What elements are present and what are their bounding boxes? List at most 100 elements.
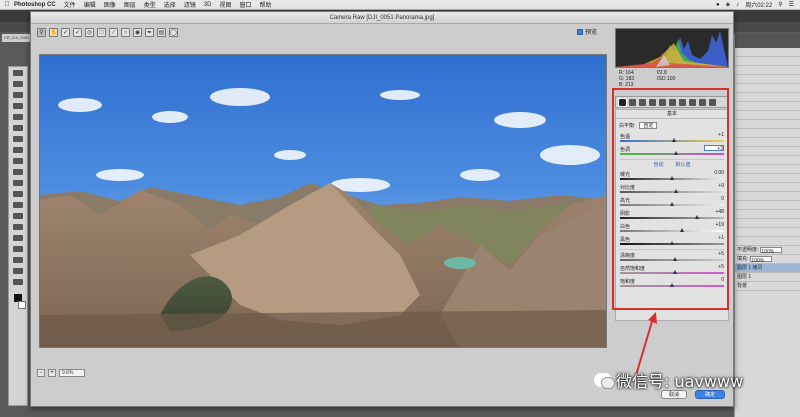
watermark-text: 微信号: uavwww (616, 372, 744, 391)
layer-row[interactable] (735, 66, 800, 75)
apple-icon[interactable]:  (0, 1, 14, 8)
straighten-tool-icon[interactable]: ∕ (109, 27, 118, 37)
opacity-row: 不透明度: 100% (735, 246, 800, 255)
app-menu[interactable]: Photoshop CC (14, 2, 56, 8)
layer-row[interactable] (735, 201, 800, 210)
spot-removal-icon[interactable]: ○ (121, 27, 130, 37)
status-area: ● ◈ ♪ 周六02:22 ⚲ ☰ (716, 0, 800, 10)
layer-background-copy[interactable]: 图层 1 拷贝 (735, 264, 800, 273)
eyedropper-tool-icon[interactable] (13, 125, 23, 131)
white-balance-tool-icon[interactable]: ✓ (61, 27, 70, 37)
crop-tool-icon[interactable]: □ (97, 27, 106, 37)
menu-filter[interactable]: 滤镜 (184, 0, 196, 9)
layer-row[interactable] (735, 165, 800, 174)
background-color-swatch[interactable] (18, 301, 26, 309)
layer-row[interactable] (735, 219, 800, 228)
marquee-tool-icon[interactable] (13, 81, 23, 87)
checkbox-checked-icon[interactable] (577, 28, 583, 35)
pen-tool-icon[interactable] (13, 224, 23, 230)
graduated-filter-icon[interactable]: ▤ (157, 27, 166, 37)
layer-row[interactable] (735, 57, 800, 66)
layer-row[interactable] (735, 228, 800, 237)
menu-view[interactable]: 视图 (219, 0, 231, 9)
layer-row[interactable] (735, 237, 800, 246)
shape-tool-icon[interactable] (13, 257, 23, 263)
crop-tool-icon[interactable] (13, 114, 23, 120)
menu-type[interactable]: 类型 (144, 0, 156, 9)
zoom-tool-icon[interactable] (13, 279, 23, 285)
document-tab[interactable]: CR_DJI_0051 (2, 34, 30, 42)
menu-image[interactable]: 图像 (104, 0, 116, 9)
gradient-tool-icon[interactable] (13, 191, 23, 197)
dodge-tool-icon[interactable] (13, 213, 23, 219)
layer-row[interactable] (735, 120, 800, 129)
layer-row[interactable] (735, 111, 800, 120)
preview-label: 预览 (585, 30, 598, 36)
menu-3d[interactable]: 3D (204, 2, 212, 8)
zoom-in-button[interactable]: + (48, 369, 56, 377)
red-eye-icon[interactable]: ◉ (133, 27, 142, 37)
layer-row[interactable] (735, 156, 800, 165)
layer-row[interactable] (735, 174, 800, 183)
adjustment-brush-icon[interactable]: ✒ (145, 27, 154, 37)
history-brush-icon[interactable] (13, 169, 23, 175)
menu-layer[interactable]: 图层 (124, 0, 136, 9)
layer-row[interactable] (735, 84, 800, 93)
preview-image[interactable] (39, 54, 607, 348)
iso-readout: ISO 100 (657, 76, 676, 82)
layer-row[interactable] (735, 210, 800, 219)
move-tool-icon[interactable] (13, 70, 23, 76)
opacity-input[interactable]: 100% (760, 246, 783, 255)
text-tool-icon[interactable] (13, 235, 23, 241)
layer-background[interactable]: 背景 (735, 282, 800, 291)
layer-row[interactable] (735, 48, 800, 57)
radial-filter-icon[interactable]: ◯ (169, 27, 178, 37)
search-icon[interactable]: ⚲ (778, 1, 782, 8)
layer-row[interactable] (735, 183, 800, 192)
healing-tool-icon[interactable] (13, 136, 23, 142)
dialog-title: Camera Raw [DJI_0051 Panorama.jpg] (31, 12, 733, 24)
layer-1[interactable]: 图层 1 (735, 273, 800, 282)
zoom-controls: − + 9.6% (37, 367, 607, 379)
watermark: 微信号: uavwww (594, 368, 743, 392)
layer-row[interactable] (735, 75, 800, 84)
menu-help[interactable]: 帮助 (259, 0, 271, 9)
hand-tool-icon[interactable] (13, 268, 23, 274)
ps-toolbox (8, 66, 28, 406)
color-sampler-icon[interactable]: ✓ (73, 27, 82, 37)
zoom-level-select[interactable]: 9.6% (59, 369, 85, 377)
stamp-tool-icon[interactable] (13, 158, 23, 164)
zoom-out-button[interactable]: − (37, 369, 45, 377)
layer-row[interactable] (735, 147, 800, 156)
layer-row[interactable] (735, 138, 800, 147)
wechat-logo-icon (594, 373, 615, 389)
menu-select[interactable]: 选择 (164, 0, 176, 9)
preview-checkbox[interactable]: 预览 (577, 27, 597, 36)
wechat-icon[interactable]: ● (716, 2, 720, 8)
camera-raw-toolbar: ⚲ ✋ ✓ ✓ ◎ □ ∕ ○ ◉ ✒ ▤ ◯ (31, 25, 611, 39)
annotation-highlight (612, 88, 729, 310)
menu-file[interactable]: 文件 (64, 0, 76, 9)
layer-row[interactable] (735, 192, 800, 201)
eraser-tool-icon[interactable] (13, 180, 23, 186)
menu-window[interactable]: 窗口 (239, 0, 251, 9)
hand-tool-icon[interactable]: ✋ (49, 27, 58, 37)
menu-bar:  Photoshop CC 文件 编辑 图像 图层 类型 选择 滤镜 3D 视… (0, 0, 800, 10)
wifi-icon[interactable]: ◈ (726, 1, 731, 8)
layer-row[interactable] (735, 93, 800, 102)
blur-tool-icon[interactable] (13, 202, 23, 208)
menu-edit[interactable]: 编辑 (84, 0, 96, 9)
layer-row[interactable] (735, 129, 800, 138)
path-select-icon[interactable] (13, 246, 23, 252)
list-icon[interactable]: ☰ (789, 1, 794, 8)
volume-icon[interactable]: ♪ (736, 2, 739, 8)
zoom-tool-icon[interactable]: ⚲ (37, 27, 46, 37)
quick-select-tool-icon[interactable] (13, 103, 23, 109)
lasso-tool-icon[interactable] (13, 92, 23, 98)
fill-row: 填充: 100% (735, 255, 800, 264)
brush-tool-icon[interactable] (13, 147, 23, 153)
clock[interactable]: 周六02:22 (745, 0, 772, 9)
fill-input[interactable]: 100% (750, 255, 773, 264)
targeted-adjust-icon[interactable]: ◎ (85, 27, 94, 37)
layer-row[interactable] (735, 102, 800, 111)
